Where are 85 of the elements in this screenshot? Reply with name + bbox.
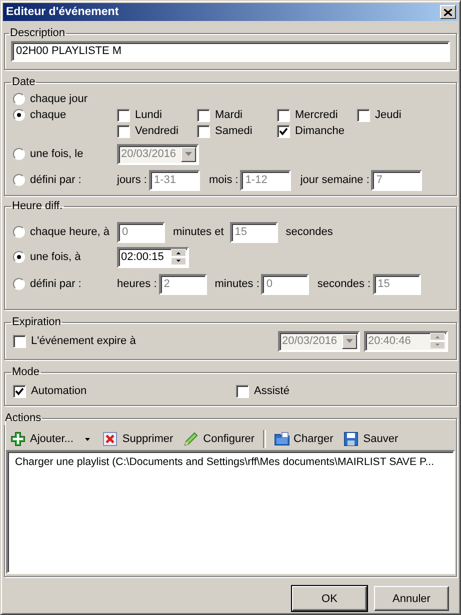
checkbox-label: Automation xyxy=(31,385,87,397)
checkbox-label: Mardi xyxy=(215,109,243,121)
radio-button[interactable] xyxy=(13,148,25,160)
checkbox-label: Lundi xyxy=(135,109,162,121)
close-icon xyxy=(444,8,452,16)
field-label: secondes xyxy=(286,226,333,238)
radio-label: une fois, à xyxy=(30,251,81,263)
checkbox[interactable] xyxy=(197,124,210,138)
dialog-button[interactable]: OK xyxy=(292,586,367,611)
checkbox[interactable] xyxy=(277,108,290,122)
radio-label: chaque xyxy=(30,109,66,121)
checkbox-label: Assisté xyxy=(254,385,290,397)
group-label: Description xyxy=(9,27,66,40)
time-field[interactable]: 02:00:15 xyxy=(117,246,189,268)
input-field[interactable]: 1-31 xyxy=(148,170,200,190)
checkbox-label: L'événement expire à xyxy=(31,335,136,347)
field-label: mois : xyxy=(208,174,238,186)
input-field[interactable]: 2 xyxy=(158,274,207,294)
action-list[interactable]: Charger une playlist (C:\Documents and Settings\rff\Mes documents\MAIRLIST SAVE P... xyxy=(6,450,455,574)
checkbox[interactable] xyxy=(277,124,290,138)
radio-label: défini par : xyxy=(30,278,82,290)
radio-label: chaque jour xyxy=(30,93,88,105)
folder-icon xyxy=(274,431,290,447)
group-label: Date xyxy=(11,76,36,89)
input-field[interactable]: 0 xyxy=(261,274,310,294)
group-label: Actions xyxy=(4,412,42,425)
group-label: Heure diff. xyxy=(11,200,64,213)
radio-button[interactable] xyxy=(13,174,25,186)
caret-icon xyxy=(346,339,353,343)
input-field[interactable]: 7 xyxy=(371,170,422,190)
checkbox[interactable] xyxy=(117,124,130,138)
checkbox[interactable] xyxy=(13,334,26,348)
caret-icon xyxy=(85,438,90,440)
toolbar-button[interactable]: Ajouter... xyxy=(8,431,92,447)
pencil-icon xyxy=(183,431,200,447)
text-field[interactable]: 02H00 PLAYLISTE M xyxy=(11,41,450,62)
save-icon xyxy=(343,431,360,447)
input-field[interactable]: 15 xyxy=(372,274,421,294)
radio-label: une fois, le xyxy=(30,148,84,160)
list-item[interactable]: Charger une playlist (C:\Documents and Settings\rff\Mes documents\MAIRLIST SAVE P... xyxy=(15,455,449,470)
group-label: Mode xyxy=(11,366,41,379)
date-dropdown[interactable]: 20/03/2016 xyxy=(278,330,360,352)
close-button[interactable] xyxy=(440,5,456,19)
input-field[interactable]: 0 xyxy=(117,222,165,242)
checkbox[interactable] xyxy=(197,108,210,122)
toolbar-button[interactable]: Supprimer xyxy=(100,431,176,447)
spinner-icon xyxy=(171,249,186,265)
radio-button[interactable] xyxy=(13,278,25,290)
checkbox[interactable] xyxy=(236,384,249,398)
input-field[interactable]: 1-12 xyxy=(240,170,292,190)
checkmark-icon xyxy=(15,386,24,396)
checkbox-label: Jeudi xyxy=(375,109,402,121)
checkmark-icon xyxy=(279,126,288,136)
field-label: secondes : xyxy=(317,278,371,290)
group-label: Expiration xyxy=(11,316,62,329)
field-label: minutes et xyxy=(173,226,224,238)
plus-icon xyxy=(10,431,26,447)
checkbox[interactable] xyxy=(13,384,26,398)
time-field[interactable]: 20:40:46 xyxy=(364,330,448,352)
radio-button[interactable] xyxy=(13,251,25,263)
radio-label: chaque heure, à xyxy=(30,226,110,238)
checkbox[interactable] xyxy=(117,108,130,122)
toolbar-button[interactable]: Configurer xyxy=(181,431,257,447)
input-field[interactable]: 15 xyxy=(230,222,278,242)
window-title: Editeur d'événement xyxy=(6,6,119,18)
checkbox-label: Dimanche xyxy=(295,125,345,137)
field-label: jours : xyxy=(117,174,147,186)
checkbox-label: Samedi xyxy=(215,125,252,137)
field-label: jour semaine : xyxy=(300,174,370,186)
spinner-icon xyxy=(430,333,445,349)
field-label: minutes : xyxy=(214,278,260,290)
checkbox[interactable] xyxy=(357,108,370,122)
radio-button[interactable] xyxy=(13,226,25,238)
checkbox-label: Mercredi xyxy=(295,109,338,121)
toolbar-button[interactable]: Charger xyxy=(272,431,336,447)
toolbar-button[interactable]: Sauver xyxy=(341,431,400,447)
radio-button[interactable] xyxy=(13,93,25,105)
field-label: heures : xyxy=(117,278,157,290)
delete-icon xyxy=(102,431,118,447)
caret-icon xyxy=(185,152,192,156)
dialog-button[interactable]: Annuler xyxy=(374,586,449,611)
radio-label: défini par : xyxy=(30,174,82,186)
checkbox-label: Vendredi xyxy=(135,125,178,137)
date-dropdown[interactable]: 20/03/2016 xyxy=(117,144,199,164)
radio-button[interactable] xyxy=(13,109,25,121)
